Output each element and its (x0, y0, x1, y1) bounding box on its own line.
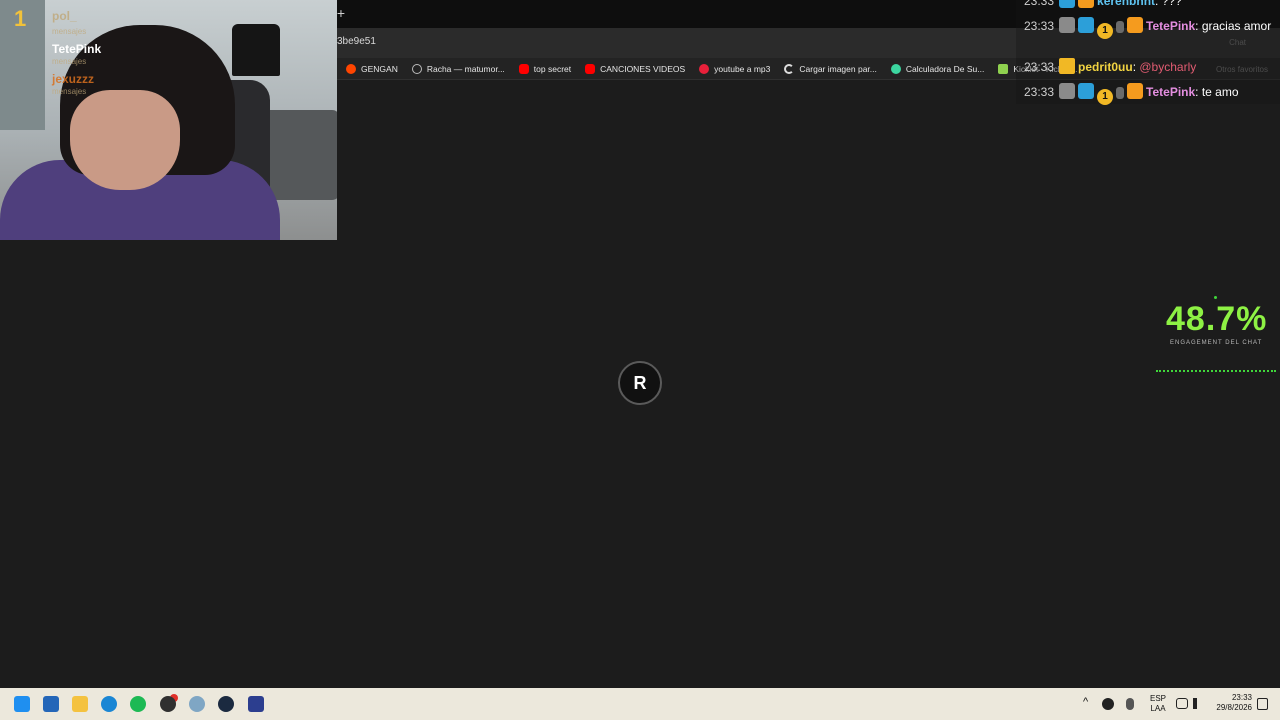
leaderboard-rank: 1 (14, 6, 27, 31)
engagement-sparkline (1156, 370, 1276, 372)
language-top: ESP (1150, 694, 1167, 703)
chat-username[interactable]: TetePink (1146, 19, 1195, 33)
bookmark-racha[interactable]: Racha — matumor... (407, 60, 510, 78)
chat-username[interactable]: TetePink (1146, 85, 1195, 99)
network-icon[interactable] (1176, 698, 1188, 709)
clock-time: 23:33 (1231, 693, 1252, 702)
moderator-badge-icon (1078, 83, 1095, 99)
leaderboard-user-1: pol_ (52, 9, 77, 23)
moderator-badge-icon (1078, 17, 1095, 33)
globe-icon (411, 63, 422, 74)
engagement-label: ENGAGEMENT DEL CHAT (1170, 340, 1263, 346)
tray-chevron-icon[interactable]: ^ (1083, 696, 1088, 708)
reddit-icon (346, 63, 356, 74)
loading-letter: R (633, 372, 647, 393)
chat-separator: : (1195, 85, 1202, 99)
chat-username[interactable]: kerenbnnt (1097, 0, 1155, 8)
kicklet-icon (998, 63, 1009, 74)
moderator-badge-icon (1059, 0, 1076, 8)
engagement-widget: 48.7% ENGAGEMENT DEL CHAT (1152, 296, 1280, 376)
tray-obs-icon[interactable] (1102, 698, 1114, 710)
loading-logo: R (618, 361, 662, 405)
windows-start-icon[interactable] (14, 696, 30, 712)
chat-message: 23:33 kerenbnnt: ??? (1024, 0, 1276, 10)
volume-icon[interactable] (1193, 698, 1205, 709)
bookmark-label: Cargar imagen par... (799, 63, 877, 74)
bookmark-label: youtube a mp3 (714, 63, 771, 74)
bookmark-label: GENGAN (361, 63, 398, 74)
chat-message: 23:33 1 TetePink: gracias amor (1024, 17, 1276, 39)
chat-time: 23:33 (1024, 85, 1055, 99)
gift-badge-icon (1127, 83, 1144, 99)
chat-text: ??? (1161, 0, 1182, 8)
refresh-icon[interactable] (189, 696, 205, 712)
kick-icon[interactable] (248, 696, 264, 712)
chat-mention[interactable]: @bycharly (1139, 60, 1196, 74)
youtube-icon (585, 63, 596, 74)
crown-badge-icon (1059, 58, 1076, 74)
leaderboard-sub-3: mensajes (52, 87, 87, 96)
bookmark-calculadora[interactable]: Calculadora De Su... (886, 60, 989, 78)
gift-badge-icon (1078, 0, 1095, 8)
chat-text: te amo (1201, 85, 1239, 99)
loading-icon (784, 63, 795, 74)
gift-badge-icon (1127, 17, 1144, 33)
notifications-icon[interactable] (1257, 698, 1268, 710)
chat-username[interactable]: pedrit0uu (1078, 60, 1133, 74)
bookmark-label: Racha — matumor... (426, 63, 505, 74)
vip-badge-icon (1059, 83, 1076, 99)
bookmark-label: Calculadora De Su... (905, 63, 985, 74)
obs-icon[interactable] (160, 696, 176, 712)
webcam-overlay: 1 pol_ mensajes TetePink mensajes jexuzz… (0, 0, 337, 240)
chat-separator: : (1195, 19, 1202, 33)
chat-time: 23:33 (1024, 19, 1055, 33)
bookmark-label: CANCIONES VIDEOS (600, 63, 686, 74)
file-explorer-icon[interactable] (72, 696, 88, 712)
chat-message: 23:33 1 TetePink: te amo (1024, 83, 1276, 105)
calc-icon (890, 63, 901, 74)
leaderboard-user-3: jexuzzz (52, 72, 95, 86)
chat-text: gracias amor (1201, 19, 1272, 33)
vip-badge-icon (1059, 17, 1076, 33)
leaderboard-user-2: TetePink (52, 42, 102, 56)
language-bottom: LAA (1150, 704, 1166, 713)
engagement-indicator-dot (1214, 296, 1217, 299)
spotify-icon[interactable] (130, 696, 146, 712)
bookmark-youtube-mp3[interactable]: youtube a mp3 (694, 60, 775, 78)
language-indicator[interactable]: ESP LAA (1150, 694, 1166, 714)
youtube-icon (518, 63, 529, 74)
leaderboard-sub-2: mensajes (52, 57, 87, 66)
chat-time: 23:33 (1024, 0, 1055, 8)
webcam-hanging-shirt (232, 24, 280, 76)
mic-badge-icon (1116, 21, 1125, 33)
steam-icon[interactable] (218, 696, 234, 712)
engagement-value: 48.7% (1166, 300, 1268, 338)
chat-separator: : (1155, 0, 1162, 8)
mic-badge-icon (1116, 87, 1125, 99)
bookmark-cargar-imagen[interactable]: Cargar imagen par... (779, 60, 881, 78)
store-icon[interactable] (43, 696, 59, 712)
clock-date: 29/8/2026 (1216, 703, 1252, 712)
edge-icon[interactable] (101, 696, 117, 712)
chat-time: 23:33 (1024, 60, 1055, 74)
subscriber-badge-icon: 1 (1097, 89, 1114, 105)
mp3-icon (699, 63, 710, 74)
bookmark-canciones[interactable]: CANCIONES VIDEOS (580, 60, 690, 78)
system-clock[interactable]: 23:33 29/8/2026 (1210, 693, 1252, 713)
bookmark-label: top secret (533, 63, 572, 74)
microphone-icon[interactable] (1126, 698, 1134, 710)
chat-message: 23:33 pedrit0uu: @bycharly (1024, 58, 1276, 76)
bookmark-gengan[interactable]: GENGAN (341, 60, 403, 78)
leaderboard-sub-1: mensajes (52, 27, 87, 36)
bookmark-top-secret[interactable]: top secret (514, 60, 576, 78)
webcam-person-face (70, 90, 180, 190)
subscriber-badge-icon: 1 (1097, 23, 1114, 39)
url-text[interactable]: 3be9e51 (337, 36, 376, 47)
